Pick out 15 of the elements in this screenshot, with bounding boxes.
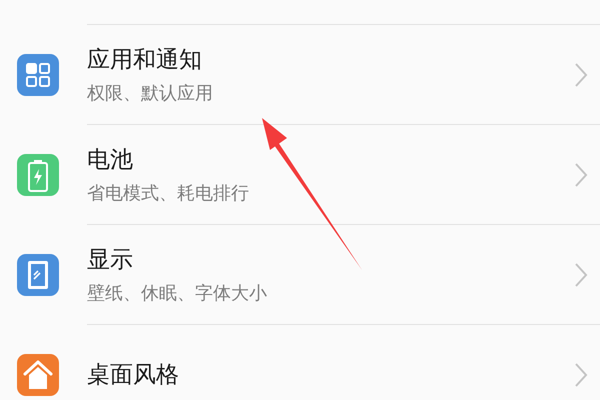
battery-icon: [17, 154, 59, 196]
phone-screen-icon: [17, 254, 59, 296]
house-icon: [17, 354, 59, 396]
chevron-right-icon[interactable]: [574, 62, 588, 88]
chevron-right-icon[interactable]: [574, 262, 588, 288]
chevron-right-icon[interactable]: [574, 362, 588, 388]
setting-title[interactable]: 电池: [87, 144, 574, 175]
app-grid-icon: [17, 54, 59, 96]
setting-subtitle: 省电模式、耗电排行: [87, 182, 250, 205]
setting-subtitle: 壁纸、休眠、字体大小: [87, 282, 268, 305]
setting-subtitle: 权限、默认应用: [87, 82, 214, 105]
setting-title[interactable]: 应用和通知: [87, 44, 574, 75]
setting-title[interactable]: 桌面风格: [87, 359, 574, 390]
setting-title[interactable]: 显示: [87, 244, 574, 275]
chevron-right-icon[interactable]: [574, 162, 588, 188]
